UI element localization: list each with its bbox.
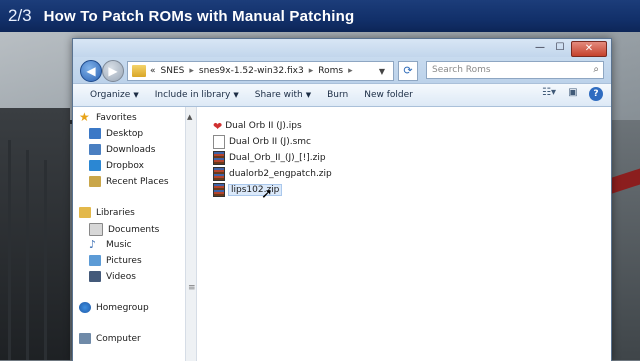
window-titlebar[interactable]: — ☐ ✕: [73, 39, 611, 57]
nav-label: Music: [106, 239, 132, 250]
search-placeholder: Search Roms: [432, 65, 491, 75]
nav-scrollbar[interactable]: ▲ ≡: [186, 107, 197, 361]
file-name: lips102.zip: [227, 184, 283, 196]
file-list: ❤ Dual Orb II (J).ips Dual Orb II (J).sm…: [197, 107, 611, 361]
list-item[interactable]: Dual_Orb_II_(J)_[!].zip: [213, 151, 326, 165]
file-name: Dual Orb II (J).ips: [225, 121, 302, 131]
explorer-window: — ☐ ✕ ◀ ▶ « SNES ▸ snes9x-1.52-win32.fix…: [72, 38, 612, 361]
heart-icon: ❤: [213, 119, 223, 133]
search-icon: ⌕: [593, 64, 599, 75]
nav-label: Computer: [96, 333, 141, 344]
nav-downloads[interactable]: Downloads: [89, 144, 155, 155]
star-icon: ★: [79, 110, 90, 124]
nav-label: Recent Places: [106, 176, 169, 187]
nav-desktop[interactable]: Desktop: [89, 128, 143, 139]
nav-libraries[interactable]: Libraries: [79, 207, 135, 218]
tutorial-banner: 2/3 How To Patch ROMs with Manual Patchi…: [0, 0, 640, 32]
nav-favorites[interactable]: ★ Favorites: [79, 110, 137, 124]
nav-label: Downloads: [106, 144, 156, 155]
address-bar[interactable]: « SNES ▸ snes9x-1.52-win32.fix3 ▸ Roms ▸…: [127, 61, 394, 81]
documents-icon: [89, 223, 103, 236]
command-bar: Organize ▼ Include in library ▼ Share with…: [73, 83, 611, 107]
computer-icon: [79, 333, 91, 344]
chevron-down-icon: ▼: [305, 91, 312, 99]
breadcrumb-separator[interactable]: ▸: [189, 66, 194, 76]
nav-label: Favorites: [96, 112, 137, 123]
folder-icon: [132, 65, 146, 77]
nav-label: Desktop: [106, 128, 144, 139]
nav-pictures[interactable]: Pictures: [89, 255, 142, 266]
organize-label: Organize: [90, 90, 131, 100]
scroll-up-icon[interactable]: ▲: [187, 113, 192, 121]
address-row: ◀ ▶ « SNES ▸ snes9x-1.52-win32.fix3 ▸ Ro…: [73, 57, 611, 83]
zip-icon: [213, 167, 225, 181]
nav-videos[interactable]: Videos: [89, 271, 136, 282]
forward-button[interactable]: ▶: [102, 60, 124, 82]
nav-recent-places[interactable]: Recent Places: [89, 176, 169, 187]
new-folder-button[interactable]: New folder: [364, 90, 413, 100]
minimize-button[interactable]: —: [531, 41, 549, 55]
view-options-icon[interactable]: ☷▾: [541, 87, 557, 101]
mouse-pointer-icon: ➚: [261, 186, 273, 202]
banner-title: How To Patch ROMs with Manual Patching: [43, 7, 355, 25]
libraries-icon: [79, 207, 91, 218]
list-item[interactable]: Dual Orb II (J).smc: [213, 135, 311, 149]
navigation-pane: ★ Favorites Desktop Downloads Dropbox Re…: [73, 107, 186, 361]
breadcrumb-snes9x[interactable]: snes9x-1.52-win32.fix3: [199, 66, 304, 76]
zip-icon: [213, 183, 225, 197]
videos-icon: [89, 271, 101, 282]
explorer-body: ★ Favorites Desktop Downloads Dropbox Re…: [73, 107, 611, 361]
desktop-icon: [89, 128, 101, 139]
share-with-button[interactable]: Share with ▼: [255, 90, 311, 100]
nav-label: Libraries: [96, 207, 135, 218]
scrollbar-grip[interactable]: ≡: [188, 283, 196, 293]
address-root[interactable]: «: [150, 66, 156, 76]
nav-dropbox[interactable]: Dropbox: [89, 160, 144, 171]
dropbox-icon: [89, 160, 101, 171]
list-item[interactable]: dualorb2_engpatch.zip: [213, 167, 332, 181]
include-in-library-button[interactable]: Include in library ▼: [155, 90, 239, 100]
address-dropdown-icon[interactable]: ▼: [379, 67, 385, 76]
homegroup-icon: [79, 302, 91, 313]
nav-homegroup[interactable]: Homegroup: [79, 302, 149, 313]
pictures-icon: [89, 255, 101, 266]
help-icon[interactable]: ?: [589, 87, 603, 101]
recent-places-icon: [89, 176, 101, 187]
maximize-button[interactable]: ☐: [551, 41, 569, 55]
nav-computer[interactable]: Computer: [79, 333, 141, 344]
breadcrumb-roms[interactable]: Roms: [318, 66, 343, 76]
back-button[interactable]: ◀: [80, 60, 102, 82]
breadcrumb-snes[interactable]: SNES: [161, 66, 185, 76]
nav-music[interactable]: ♪ Music: [89, 239, 132, 250]
nav-label: Documents: [108, 224, 160, 235]
nav-documents[interactable]: Documents: [89, 223, 159, 236]
chevron-down-icon: ▼: [133, 91, 139, 99]
nav-label: Dropbox: [106, 160, 144, 171]
breadcrumb-separator[interactable]: ▸: [309, 66, 314, 76]
file-name: Dual_Orb_II_(J)_[!].zip: [229, 153, 326, 163]
music-icon: ♪: [89, 238, 97, 251]
nav-label: Pictures: [106, 255, 142, 266]
search-input[interactable]: Search Roms ⌕: [426, 61, 604, 79]
share-label: Share with: [254, 90, 303, 100]
refresh-button[interactable]: ⟳: [398, 61, 418, 81]
step-counter: 2/3: [8, 6, 32, 25]
list-item[interactable]: ❤ Dual Orb II (J).ips: [213, 119, 302, 133]
preview-pane-icon[interactable]: ▣: [565, 87, 581, 101]
zip-icon: [213, 151, 225, 165]
burn-button[interactable]: Burn: [327, 90, 348, 100]
chevron-down-icon: ▼: [233, 91, 239, 99]
close-button[interactable]: ✕: [571, 41, 607, 57]
include-label: Include in library: [154, 90, 231, 100]
breadcrumb-separator[interactable]: ▸: [348, 66, 353, 76]
nav-label: Videos: [106, 271, 136, 282]
organize-button[interactable]: Organize ▼: [90, 90, 139, 100]
downloads-icon: [89, 144, 101, 155]
file-name: Dual Orb II (J).smc: [229, 137, 311, 147]
nav-label: Homegroup: [96, 302, 149, 313]
document-icon: [213, 135, 225, 149]
file-name: dualorb2_engpatch.zip: [229, 169, 332, 179]
